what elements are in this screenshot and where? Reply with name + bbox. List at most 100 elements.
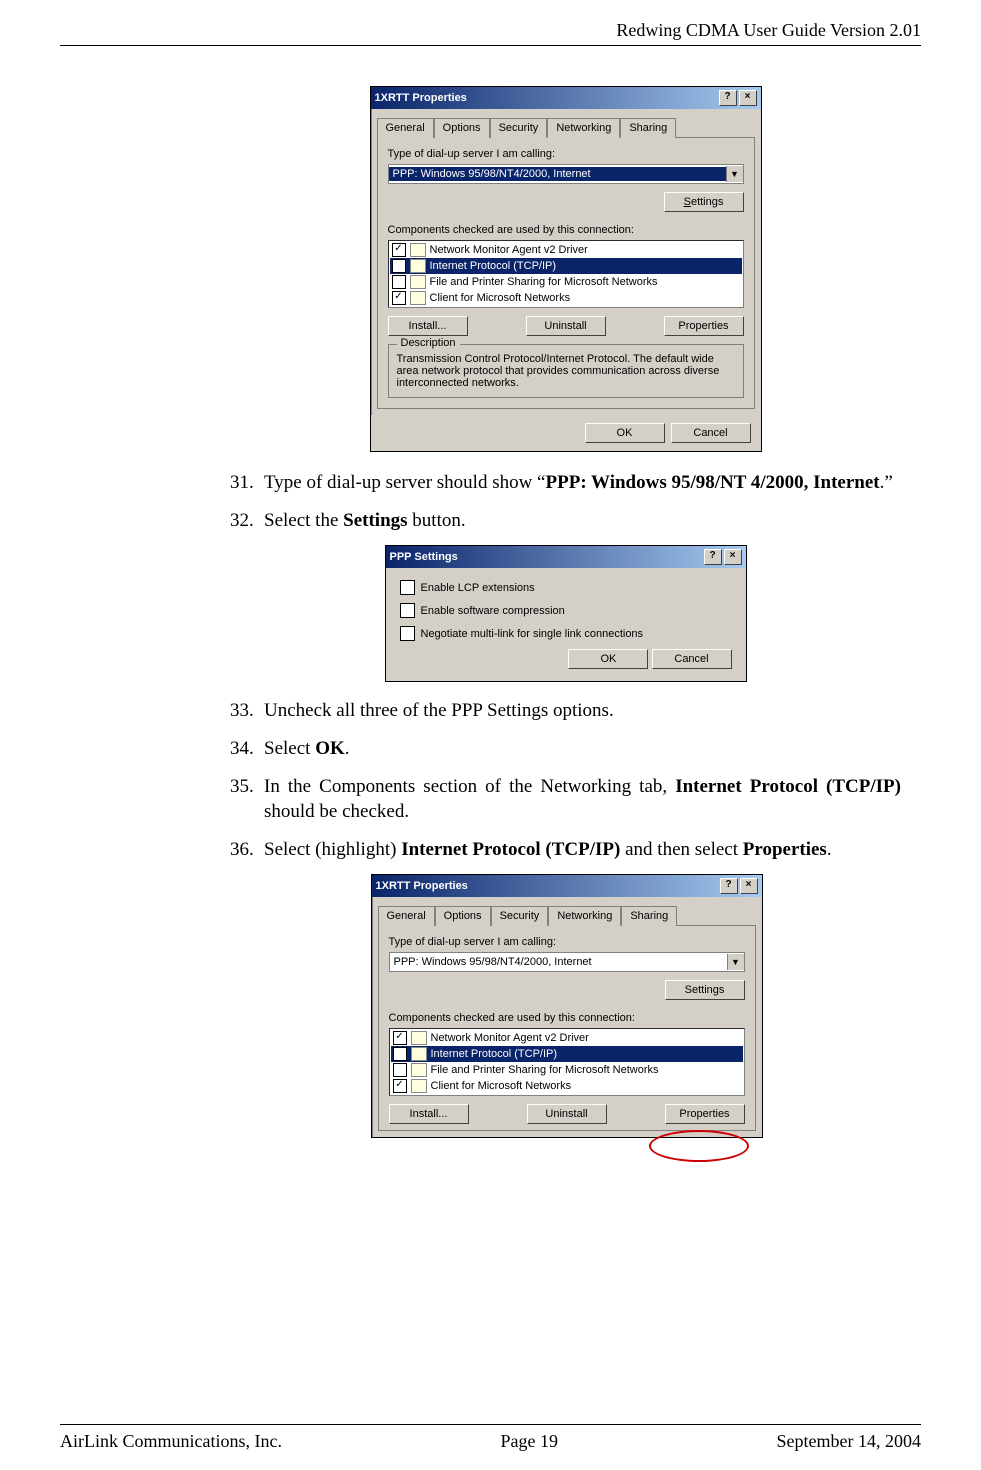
driver-icon [411,1031,427,1045]
window-title: 1XRTT Properties [376,880,718,892]
list-item[interactable]: ✓Internet Protocol (TCP/IP) [391,1046,743,1062]
settings-row: Settings [389,980,745,1000]
checkbox-icon[interactable]: ✓ [392,243,406,257]
type-label: Type of dial-up server I am calling: [389,936,745,948]
settings-button[interactable]: SSettingsettings [664,192,744,212]
list-item[interactable]: ✓Network Monitor Agent v2 Driver [390,242,742,258]
dropdown-value: PPP: Windows 95/98/NT4/2000, Internet [390,955,727,969]
driver-icon [410,243,426,257]
ppp-opt-lcp[interactable]: Enable LCP extensions [400,580,732,595]
cancel-button[interactable]: Cancel [671,423,751,443]
list-item[interactable]: ✓Client for Microsoft Networks [391,1078,743,1094]
checkbox-icon[interactable]: ✓ [392,291,406,305]
tab-sharing[interactable]: Sharing [620,118,676,138]
step-36: 36. Select (highlight) Internet Protocol… [230,837,901,863]
step-33: 33. Uncheck all three of the PPP Setting… [230,698,901,724]
checkbox-icon[interactable] [400,580,415,595]
list-item[interactable]: ✓Network Monitor Agent v2 Driver [391,1030,743,1046]
checkbox-icon[interactable]: ✓ [393,1047,407,1061]
steps-list-2: 33. Uncheck all three of the PPP Setting… [230,698,901,862]
install-button[interactable]: Install... [388,316,468,336]
footer-date: September 14, 2004 [777,1431,921,1452]
list-item[interactable]: ✓Client for Microsoft Networks [390,290,742,306]
client-icon [411,1079,427,1093]
fig-1xrtt-properties-top: 1XRTT Properties ? × General Options Sec… [370,86,762,452]
type-label: Type of dial-up server I am calling: [388,148,744,160]
tabs: General Options Security Networking Shar… [377,117,755,137]
server-type-dropdown[interactable]: PPP: Windows 95/98/NT4/2000, Internet ▼ [388,164,744,184]
close-icon[interactable]: × [739,90,757,106]
list-item[interactable]: File and Printer Sharing for Microsoft N… [390,274,742,290]
step-34: 34. Select OK. [230,736,901,762]
server-type-dropdown[interactable]: PPP: Windows 95/98/NT4/2000, Internet ▼ [389,952,745,972]
dialog-footer: OK Cancel [371,415,761,451]
properties-button[interactable]: Properties [665,1104,745,1124]
tab-body: Type of dial-up server I am calling: PPP… [378,925,756,1131]
dropdown-value: PPP: Windows 95/98/NT4/2000, Internet [389,167,726,181]
close-icon[interactable]: × [724,549,742,565]
properties-button[interactable]: Properties [664,316,744,336]
description-legend: Description [397,337,460,349]
fig-ppp-settings: PPP Settings ? × Enable LCP extensions E… [385,545,747,682]
checkbox-icon[interactable] [400,626,415,641]
footer-company: AirLink Communications, Inc. [60,1431,282,1452]
fig-1xrtt-properties-bottom: 1XRTT Properties ? × General Options Sec… [371,874,761,1138]
ppp-opt-multilink[interactable]: Negotiate multi-link for single link con… [400,626,732,641]
components-label: Components checked are used by this conn… [388,224,744,236]
step-31: 31. Type of dial-up server should show “… [230,470,901,496]
ok-button[interactable]: OK [568,649,648,669]
window-title: PPP Settings [390,551,702,563]
tab-security[interactable]: Security [491,906,549,926]
checkbox-icon[interactable] [392,275,406,289]
checkbox-icon[interactable]: ✓ [393,1079,407,1093]
ppp-opt-compression[interactable]: Enable software compression [400,603,732,618]
dialog-body: Enable LCP extensions Enable software co… [386,568,746,681]
tab-options[interactable]: Options [435,906,491,926]
tab-sharing[interactable]: Sharing [621,906,677,926]
share-icon [411,1063,427,1077]
install-button[interactable]: Install... [389,1104,469,1124]
settings-row: SSettingsettings [388,192,744,212]
uninstall-button[interactable]: Uninstall [527,1104,607,1124]
checkbox-icon[interactable]: ✓ [393,1031,407,1045]
footer-page: Page 19 [500,1431,558,1452]
ok-button[interactable]: OK [585,423,665,443]
titlebar: 1XRTT Properties ? × [372,875,762,897]
list-item[interactable]: ✓Internet Protocol (TCP/IP) [390,258,742,274]
protocol-icon [411,1047,427,1061]
chevron-down-icon[interactable]: ▼ [726,166,743,182]
tab-networking[interactable]: Networking [548,906,621,926]
steps-list: 31. Type of dial-up server should show “… [230,470,901,533]
step-35: 35. In the Components section of the Net… [230,774,901,825]
tab-security[interactable]: Security [490,118,548,138]
components-list[interactable]: ✓Network Monitor Agent v2 Driver ✓Intern… [389,1028,745,1096]
titlebar: PPP Settings ? × [386,546,746,568]
uninstall-button[interactable]: Uninstall [526,316,606,336]
step-32: 32. Select the Settings button. [230,508,901,534]
components-label: Components checked are used by this conn… [389,1012,745,1024]
tab-body: Type of dial-up server I am calling: PPP… [377,137,755,409]
chevron-down-icon[interactable]: ▼ [727,954,744,970]
share-icon [410,275,426,289]
main-content: 1XRTT Properties ? × General Options Sec… [230,86,901,1138]
close-icon[interactable]: × [740,878,758,894]
tab-options[interactable]: Options [434,118,490,138]
protocol-icon [410,259,426,273]
components-list[interactable]: ✓Network Monitor Agent v2 Driver ✓Intern… [388,240,744,308]
page-footer: AirLink Communications, Inc. Page 19 Sep… [60,1424,921,1452]
checkbox-icon[interactable] [393,1063,407,1077]
tab-general[interactable]: General [377,118,434,138]
tab-general[interactable]: General [378,906,435,926]
description-group: Description Transmission Control Protoco… [388,344,744,398]
cancel-button[interactable]: Cancel [652,649,732,669]
help-icon[interactable]: ? [704,549,722,565]
settings-button[interactable]: Settings [665,980,745,1000]
help-icon[interactable]: ? [719,90,737,106]
checkbox-icon[interactable]: ✓ [392,259,406,273]
help-icon[interactable]: ? [720,878,738,894]
ppp-buttons: OK Cancel [400,649,732,669]
tab-networking[interactable]: Networking [547,118,620,138]
list-item[interactable]: File and Printer Sharing for Microsoft N… [391,1062,743,1078]
checkbox-icon[interactable] [400,603,415,618]
titlebar: 1XRTT Properties ? × [371,87,761,109]
